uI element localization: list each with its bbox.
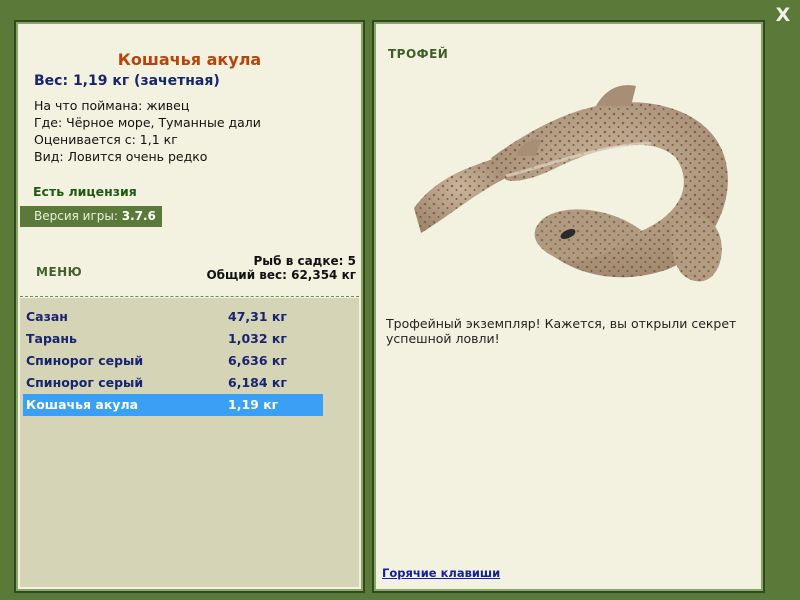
- cage-fish-weight: 6,636 кг: [228, 353, 287, 368]
- fish-weight: Вес: 1,19 кг (зачетная): [34, 73, 220, 89]
- menu-button[interactable]: МЕНЮ: [36, 265, 82, 279]
- cage-row-selected[interactable]: Кошачья акула 1,19 кг: [23, 394, 323, 416]
- fish-info-panel: Кошачья акула Вес: 1,19 кг (зачетная) На…: [14, 20, 365, 593]
- detail-label: Оценивается с:: [34, 132, 136, 147]
- cage-stats: Рыб в садке: 5 Общий вес: 62,354 кг: [206, 254, 356, 282]
- detail-label: Вид:: [34, 149, 64, 164]
- detail-label: Где:: [34, 115, 63, 130]
- trophy-message: Трофейный экземпляр! Кажется, вы открыли…: [386, 316, 737, 346]
- detail-location: Где: Чёрное море, Туманные дали: [34, 114, 261, 131]
- cage-fish-name: Спинорог серый: [26, 353, 144, 368]
- detail-value: Ловится очень редко: [67, 149, 208, 164]
- cage-fish-name: Сазан: [26, 309, 68, 324]
- cage-fish-weight: 1,19 кг: [228, 397, 279, 412]
- fish-image: [414, 85, 728, 282]
- cage-row[interactable]: Спинорог серый 6,184 кг: [23, 372, 323, 394]
- detail-value: живец: [146, 98, 190, 113]
- cage-total-weight: Общий вес: 62,354 кг: [206, 268, 356, 282]
- detail-rarity: Вид: Ловится очень редко: [34, 148, 261, 165]
- cage-list: Сазан 47,31 кг Тарань 1,032 кг Спинорог се…: [20, 298, 359, 587]
- cage-row[interactable]: Спинорог серый 6,636 кг: [23, 350, 323, 372]
- cage-fish-name: Спинорог серый: [26, 375, 144, 390]
- detail-label: На что поймана:: [34, 98, 143, 113]
- cage-fish-weight: 6,184 кг: [228, 375, 287, 390]
- detail-value: 1,1 кг: [139, 132, 178, 147]
- fish-title: Кошачья акула: [117, 50, 262, 69]
- version-value: 3.7.6: [121, 209, 156, 223]
- detail-value: Чёрное море, Туманные дали: [66, 115, 261, 130]
- cage-row[interactable]: Сазан 47,31 кг: [23, 306, 323, 328]
- detail-bait: На что поймана: живец: [34, 97, 261, 114]
- divider: [20, 296, 359, 297]
- cage-fish-weight: 1,032 кг: [228, 331, 287, 346]
- cage-fish-name: Тарань: [26, 331, 77, 346]
- cage-count: Рыб в садке: 5: [253, 254, 357, 268]
- trophy-panel: ТРОФЕЙ Трофейный экземпляр! Кажется, вы …: [372, 20, 765, 593]
- cage-fish-weight: 47,31 кг: [228, 309, 287, 324]
- detail-min-weight: Оценивается с: 1,1 кг: [34, 131, 261, 148]
- hotkeys-link[interactable]: Горячие клавиши: [382, 566, 500, 580]
- version-label: Версия игры:: [34, 209, 118, 223]
- license-status: Есть лицензия: [33, 184, 137, 199]
- close-button[interactable]: X: [773, 5, 793, 25]
- version-badge: Версия игры: 3.7.6: [20, 206, 162, 227]
- cage-row[interactable]: Тарань 1,032 кг: [23, 328, 323, 350]
- fish-details: На что поймана: живец Где: Чёрное море, Ту…: [34, 97, 261, 165]
- cage-fish-name: Кошачья акула: [26, 397, 139, 412]
